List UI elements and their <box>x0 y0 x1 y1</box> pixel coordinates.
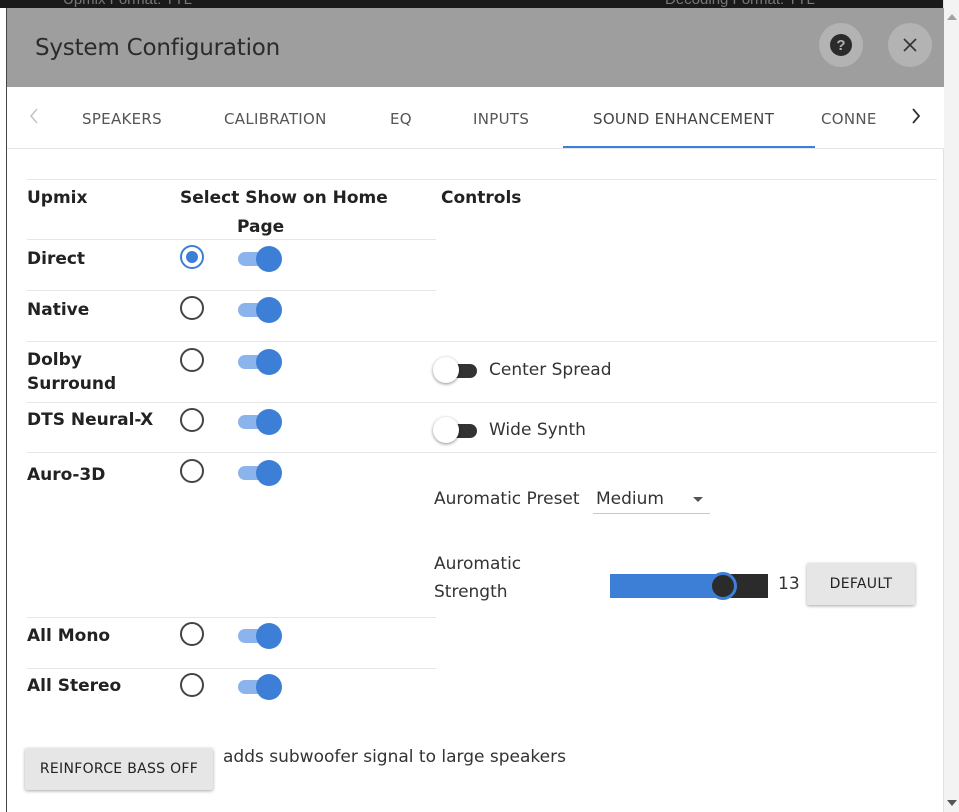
active-tab-indicator <box>563 146 815 148</box>
close-button[interactable] <box>888 23 932 67</box>
toggle-home-dolby-surround[interactable] <box>238 349 282 375</box>
toggle-home-direct[interactable] <box>238 246 282 272</box>
header-controls: Controls <box>441 188 522 208</box>
divider <box>27 617 436 618</box>
toggle-wide-synth[interactable] <box>433 417 477 443</box>
dialog-title: System Configuration <box>35 35 281 61</box>
center-spread-label: Center Spread <box>489 360 612 380</box>
header-upmix: Upmix <box>27 188 88 208</box>
header-select-show-on-home: Select Show on Home <box>180 188 388 208</box>
tab-speakers[interactable]: SPEAKERS <box>82 110 162 128</box>
upmix-label-all-stereo: All Stereo <box>27 676 122 696</box>
page-scrollbar[interactable] <box>943 0 959 812</box>
upmix-label-surround: Surround <box>27 374 117 394</box>
auromatic-strength-label-line1: Auromatic <box>434 554 522 574</box>
toggle-home-all-stereo[interactable] <box>238 674 282 700</box>
upmix-label-dolby: Dolby <box>27 350 82 370</box>
toggle-home-native[interactable] <box>238 297 282 323</box>
toggle-center-spread[interactable] <box>433 357 477 383</box>
upmix-label-all-mono: All Mono <box>27 626 111 646</box>
tab-eq[interactable]: EQ <box>390 110 412 128</box>
radio-native[interactable] <box>180 296 204 320</box>
auromatic-strength-label-line2: Strength <box>434 582 508 602</box>
slider-fill <box>610 574 720 598</box>
tab-calibration[interactable]: CALIBRATION <box>224 110 327 128</box>
wide-synth-label: Wide Synth <box>489 420 586 440</box>
auromatic-strength-label: Auromatic Strength <box>434 550 521 606</box>
tab-connectivity[interactable]: CONNE <box>821 110 877 128</box>
header-page: Page <box>237 217 285 237</box>
help-icon: ? <box>830 34 852 56</box>
upmix-label-dolby-surround: Dolby Surround <box>27 348 116 396</box>
auromatic-strength-slider[interactable] <box>610 572 768 600</box>
divider <box>27 239 436 240</box>
divider <box>27 179 937 180</box>
radio-direct[interactable] <box>180 245 204 269</box>
radio-auro-3d[interactable] <box>180 459 204 483</box>
scroll-down-arrow-icon[interactable] <box>947 800 957 806</box>
auromatic-strength-value: 13 <box>778 574 800 594</box>
divider <box>27 290 436 291</box>
upmix-label-native: Native <box>27 300 90 320</box>
auromatic-preset-select[interactable]: Medium <box>593 482 710 514</box>
toggle-home-auro-3d[interactable] <box>238 460 282 486</box>
radio-dolby-surround[interactable] <box>180 348 204 372</box>
radio-all-stereo[interactable] <box>180 673 204 697</box>
upmix-label-auro-3d: Auro-3D <box>27 465 106 485</box>
upmix-label-dts-neural-x: DTS Neural-X <box>27 410 154 430</box>
tab-scroll-left-icon[interactable] <box>29 108 39 124</box>
default-button[interactable]: DEFAULT <box>807 563 915 605</box>
reinforce-bass-button[interactable]: REINFORCE BASS OFF <box>25 748 213 790</box>
sound-enhancement-panel: Upmix Select Show on Home Page Controls … <box>7 149 944 812</box>
dropdown-caret-icon <box>693 497 703 502</box>
background-left-text: Upmix Format: TTL <box>63 0 192 8</box>
toggle-home-all-mono[interactable] <box>238 623 282 649</box>
reinforce-bass-description: adds subwoofer signal to large speakers <box>223 747 566 767</box>
background-page: Upmix Format: TTL Decoding Format: TTL <box>0 0 959 8</box>
divider <box>27 402 937 403</box>
scroll-up-arrow-icon[interactable] <box>947 14 957 20</box>
toggle-home-dts-neural-x[interactable] <box>238 409 282 435</box>
divider <box>27 452 937 453</box>
close-icon <box>903 38 917 52</box>
divider <box>27 668 436 669</box>
tab-inputs[interactable]: INPUTS <box>473 110 529 128</box>
tab-bar: SPEAKERS CALIBRATION EQ INPUTS SOUND ENH… <box>7 87 944 149</box>
radio-dts-neural-x[interactable] <box>180 408 204 432</box>
auromatic-preset-label: Auromatic Preset <box>434 489 580 509</box>
auromatic-preset-value: Medium <box>596 489 664 509</box>
background-right-text: Decoding Format: TTL <box>665 0 815 8</box>
system-configuration-dialog: System Configuration ? SPEAKERS CALIBRAT… <box>6 8 944 812</box>
tab-scroll-right-icon[interactable] <box>911 108 921 124</box>
tab-sound-enhancement[interactable]: SOUND ENHANCEMENT <box>593 110 774 128</box>
help-button[interactable]: ? <box>819 23 863 67</box>
dialog-titlebar: System Configuration ? <box>7 8 944 87</box>
slider-thumb[interactable] <box>709 572 737 600</box>
upmix-label-direct: Direct <box>27 249 86 269</box>
divider <box>27 341 937 342</box>
radio-all-mono[interactable] <box>180 622 204 646</box>
